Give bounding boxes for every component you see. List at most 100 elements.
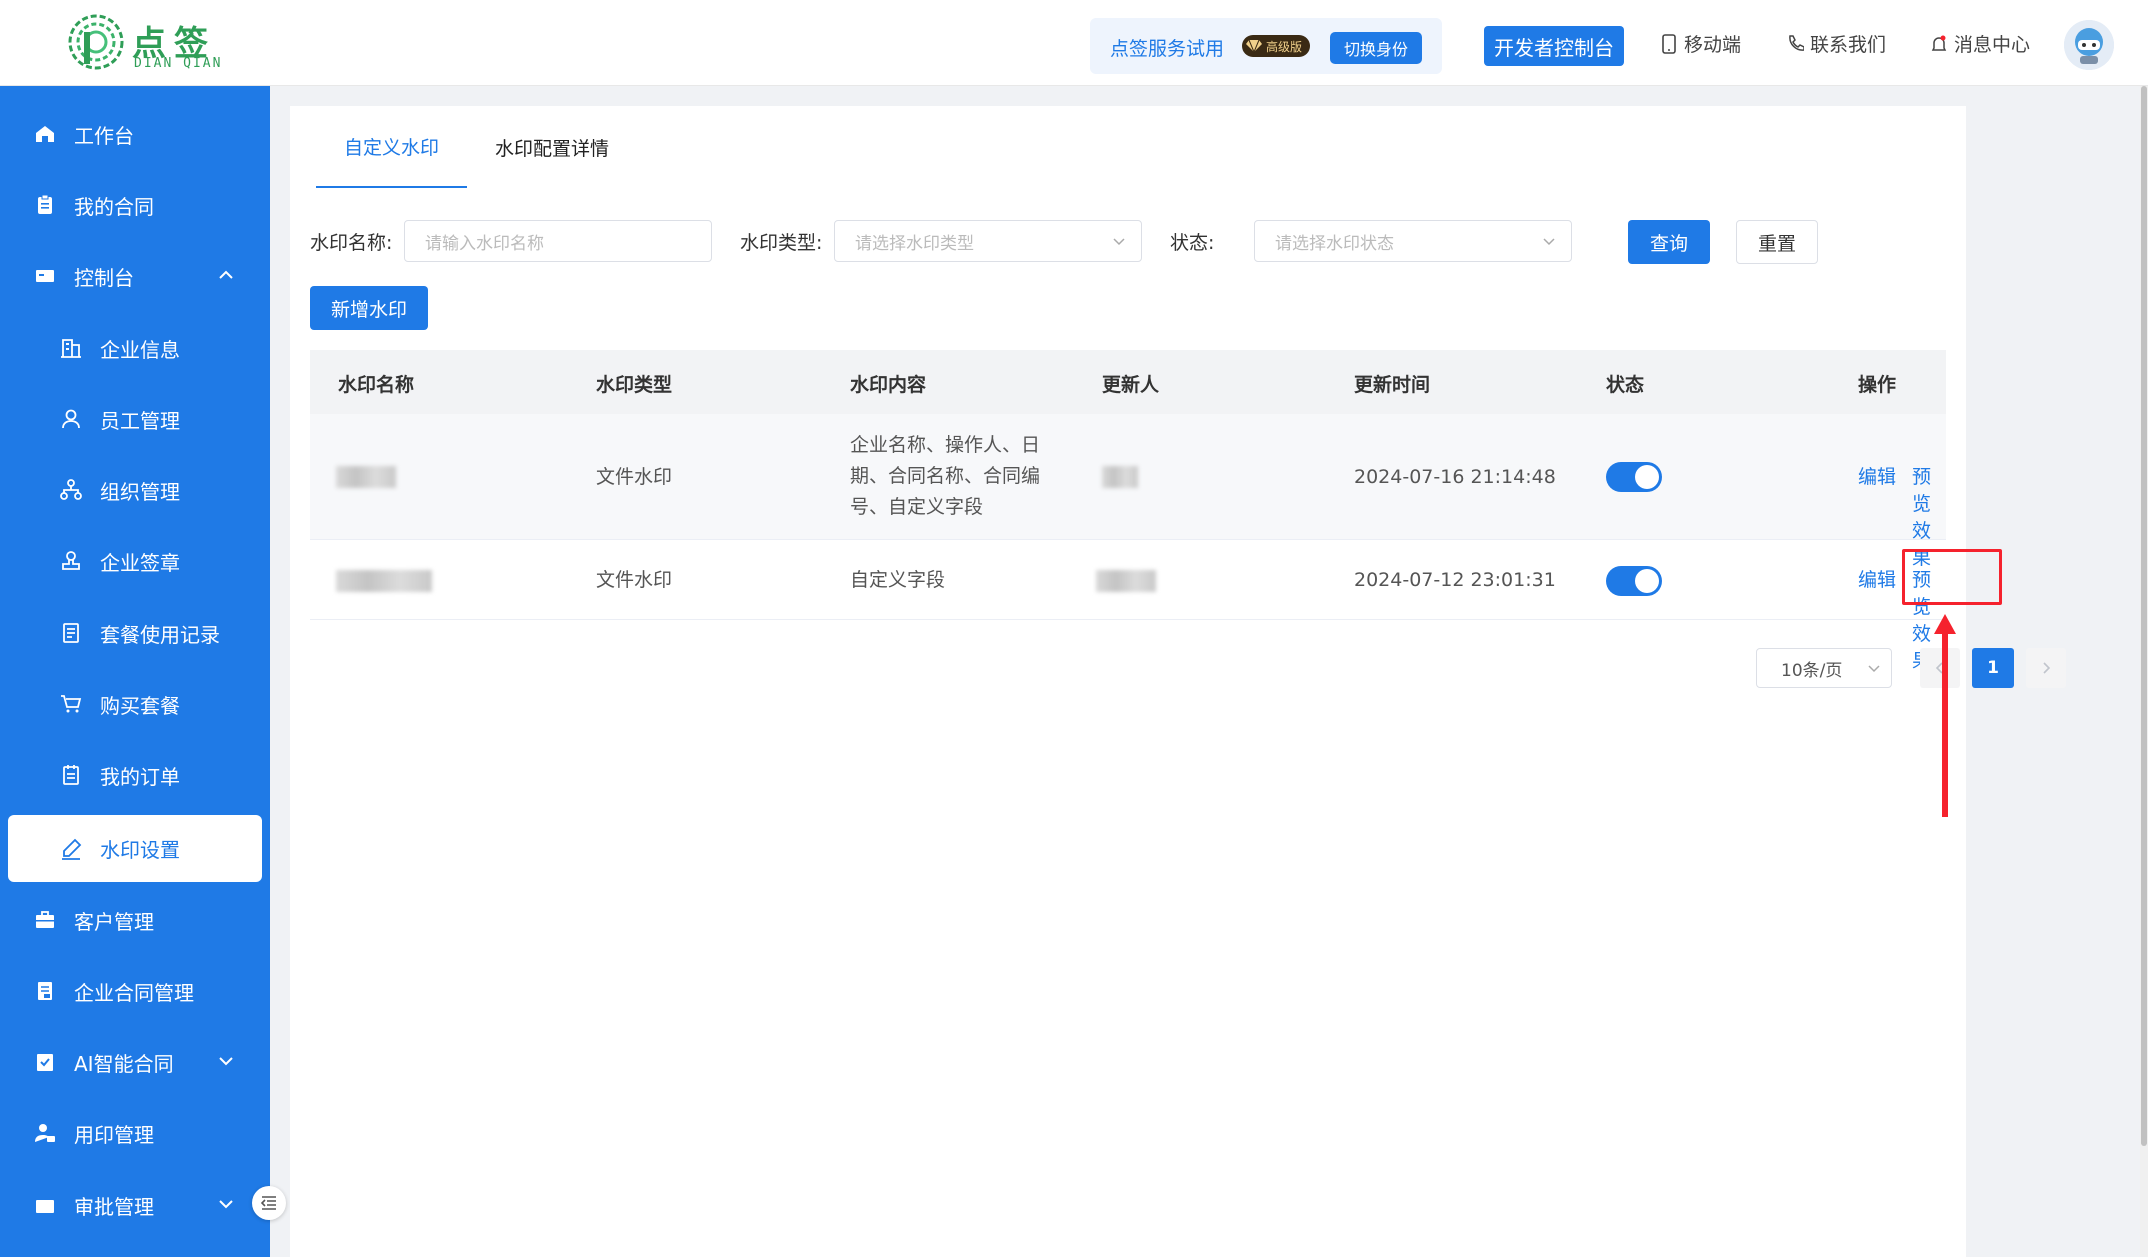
tab-watermark-config-details[interactable]: 水印配置详情 xyxy=(467,106,637,188)
developer-console-button[interactable]: 开发者控制台 xyxy=(1484,26,1624,66)
building-icon xyxy=(61,339,81,358)
table-header: 水印名称 水印类型 水印内容 更新人 更新时间 状态 操作 xyxy=(310,350,1946,414)
update-time-cell: 2024-07-12 23:01:31 xyxy=(1354,569,1556,591)
sidebar-item-package-records[interactable]: 套餐使用记录 xyxy=(0,598,270,668)
status-select[interactable]: 请选择水印状态 xyxy=(1254,220,1572,262)
home-icon xyxy=(36,126,54,142)
sidebar-item-console[interactable]: 控制台 xyxy=(0,241,270,311)
watermark-type-label: 水印类型: xyxy=(740,232,823,254)
sidebar-item-label: 用印管理 xyxy=(74,1122,154,1147)
telephone-icon xyxy=(1789,34,1804,51)
vip-badge: 高级版 xyxy=(1242,35,1311,57)
trial-panel: 点签服务试用 高级版 切换身份 xyxy=(1090,18,1442,74)
sidebar-item-label: 企业合同管理 xyxy=(74,980,194,1005)
watermark-content-cell: 企业名称、操作人、日期、合同名称、合同编号、自定义字段 xyxy=(850,434,1041,518)
annotation-arrow-icon xyxy=(1934,614,1956,817)
avatar-icon xyxy=(2064,20,2114,70)
watermark-name-input[interactable]: 请输入水印名称 xyxy=(404,220,712,262)
chevron-up-icon[interactable] xyxy=(216,265,236,285)
logo[interactable]: 点签 DIAN QIAN xyxy=(66,12,226,74)
sidebar-item-enterprise-info[interactable]: 企业信息 xyxy=(0,313,270,383)
redacted-name xyxy=(336,570,432,592)
user-icon xyxy=(62,409,80,429)
page-scrollbar[interactable] xyxy=(2140,86,2148,1257)
redacted-updater xyxy=(1102,466,1138,488)
chevron-down-icon xyxy=(1868,665,1880,673)
console-icon xyxy=(36,270,54,282)
sidebar-item-label: 水印设置 xyxy=(100,838,180,862)
watermark-type-cell: 文件水印 xyxy=(596,569,673,591)
user-avatar[interactable] xyxy=(2064,20,2114,70)
column-header: 更新人 xyxy=(1102,374,1160,396)
contract-icon xyxy=(38,982,52,1000)
column-header: 水印名称 xyxy=(338,374,415,396)
sidebar-item-label: 员工管理 xyxy=(100,408,180,433)
column-header: 状态 xyxy=(1606,374,1645,396)
watermark-name-label: 水印名称: xyxy=(310,232,393,254)
logo-text-en: DIAN QIAN xyxy=(134,56,223,71)
sidebar-item-workbench[interactable]: 工作台 xyxy=(0,99,270,169)
sidebar-item-enterprise-contracts[interactable]: 企业合同管理 xyxy=(0,956,270,1026)
watermark-type-select[interactable]: 请选择水印类型 xyxy=(834,220,1142,262)
contact-link[interactable]: 联系我们 xyxy=(1786,30,1886,57)
next-page-button[interactable] xyxy=(2026,648,2066,688)
reset-button[interactable]: 重置 xyxy=(1736,220,1818,264)
sidebar-item-my-orders[interactable]: 我的订单 xyxy=(0,740,270,810)
sidebar-item-buy-package[interactable]: 购买套餐 xyxy=(0,669,270,739)
collapse-menu-icon xyxy=(260,1196,276,1210)
scrollbar-thumb[interactable] xyxy=(2141,86,2147,1146)
page-size-select[interactable]: 10条/页 xyxy=(1756,648,1892,688)
message-center-link[interactable]: 消息中心 xyxy=(1930,30,2030,57)
redacted-name xyxy=(336,466,396,488)
chevron-down-icon[interactable] xyxy=(216,1194,236,1214)
sidebar-item-ai-contracts[interactable]: AI智能合同 xyxy=(0,1027,270,1097)
sidebar-item-approvals[interactable]: 审批管理 xyxy=(0,1170,270,1240)
record-icon xyxy=(63,623,79,643)
tab-bar: 自定义水印 水印配置详情 xyxy=(316,106,637,188)
page-number-current[interactable]: 1 xyxy=(1972,648,2014,688)
contact-label: 联系我们 xyxy=(1810,34,1887,56)
sidebar-item-organization[interactable]: 组织管理 xyxy=(0,455,270,525)
sidebar-item-enterprise-seal[interactable]: 企业签章 xyxy=(0,526,270,596)
watermark-type-placeholder: 请选择水印类型 xyxy=(855,233,974,254)
sidebar-item-label: 我的合同 xyxy=(74,194,154,219)
chevron-down-icon[interactable] xyxy=(216,1051,236,1071)
edit-link[interactable]: 编辑 xyxy=(1858,462,1896,489)
sidebar: 工作台 我的合同 控制台 企业信息 员工管理 组织管理 企业签章 套餐使用记录 … xyxy=(0,86,270,1257)
column-header: 更新时间 xyxy=(1354,374,1431,396)
main-content: 自定义水印 水印配置详情 水印名称: 请输入水印名称 水印类型: 请选择水印类型… xyxy=(290,106,2066,1257)
update-time-cell: 2024-07-16 21:14:48 xyxy=(1354,466,1556,488)
sidebar-item-staff[interactable]: 员工管理 xyxy=(0,384,270,454)
bell-icon xyxy=(1931,35,1947,51)
org-icon xyxy=(60,479,82,500)
phone-icon xyxy=(1662,33,1676,54)
status-label: 状态: xyxy=(1170,232,1215,254)
chevron-down-icon xyxy=(1113,238,1125,246)
sidebar-collapse-button[interactable] xyxy=(252,1186,286,1220)
top-header: 点签 DIAN QIAN 点签服务试用 高级版 切换身份 开发者控制台 移动端 … xyxy=(0,0,2148,86)
cart-icon xyxy=(61,695,82,713)
page-size-value: 10条/页 xyxy=(1781,660,1843,681)
tab-custom-watermark[interactable]: 自定义水印 xyxy=(316,106,468,188)
mobile-link[interactable]: 移动端 xyxy=(1660,30,1741,57)
sidebar-item-label: 企业信息 xyxy=(100,337,180,362)
switch-identity-button[interactable]: 切换身份 xyxy=(1330,32,1422,64)
query-button[interactable]: 查询 xyxy=(1628,220,1710,264)
logo-icon xyxy=(68,14,124,70)
add-watermark-button[interactable]: 新增水印 xyxy=(310,286,428,330)
sidebar-item-label: 组织管理 xyxy=(100,479,180,504)
sidebar-item-seal-usage[interactable]: 用印管理 xyxy=(0,1098,270,1168)
sidebar-item-my-contracts[interactable]: 我的合同 xyxy=(0,170,270,240)
trial-service-link[interactable]: 点签服务试用 xyxy=(1110,34,1224,61)
status-toggle[interactable] xyxy=(1606,566,1662,596)
sidebar-item-label: 客户管理 xyxy=(74,909,154,934)
status-toggle[interactable] xyxy=(1606,462,1662,492)
approval-icon xyxy=(36,1200,54,1213)
sidebar-item-customers[interactable]: 客户管理 xyxy=(0,885,270,955)
sidebar-item-watermark-settings[interactable]: 水印设置 xyxy=(8,815,262,882)
edit-link[interactable]: 编辑 xyxy=(1858,565,1896,592)
seal-user-icon xyxy=(35,1124,55,1142)
redacted-updater xyxy=(1096,570,1156,592)
highlight-box xyxy=(1902,549,2002,605)
status-placeholder: 请选择水印状态 xyxy=(1275,233,1394,254)
